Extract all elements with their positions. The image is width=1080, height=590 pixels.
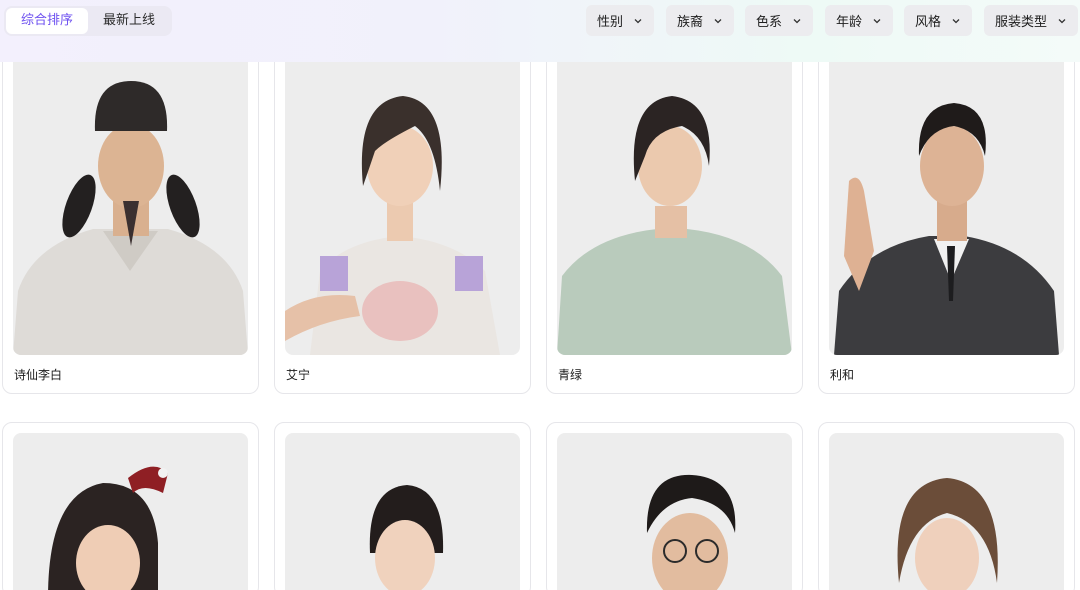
filter-ethnicity-dropdown[interactable]: 族裔: [666, 5, 735, 36]
filter-style-dropdown[interactable]: 风格: [904, 5, 973, 36]
chevron-down-icon: [1057, 16, 1067, 26]
chevron-down-icon: [951, 16, 961, 26]
avatar-image: [13, 41, 248, 355]
filter-label: 服装类型: [995, 15, 1048, 30]
avatar-name: 诗仙李白: [14, 368, 63, 382]
avatar-name: 青绿: [558, 368, 583, 382]
avatar-card[interactable]: 青绿: [546, 40, 803, 394]
filter-label: 风格: [915, 15, 942, 30]
avatar-image: [285, 41, 520, 355]
avatar-card[interactable]: 艾宁: [274, 40, 531, 394]
avatar-image: [829, 433, 1064, 590]
avatar-image: [829, 41, 1064, 355]
avatar-card[interactable]: [274, 422, 531, 590]
filter-label: 性别: [597, 15, 624, 30]
filter-color-dropdown[interactable]: 色系: [745, 5, 814, 36]
sort-tabs: 综合排序 最新上线: [4, 6, 173, 36]
chevron-down-icon: [792, 16, 802, 26]
filter-gender-dropdown[interactable]: 性别: [586, 5, 655, 36]
filter-clothing-type-dropdown[interactable]: 服装类型: [984, 5, 1079, 36]
tab-newest[interactable]: 最新上线: [88, 8, 170, 34]
tab-comprehensive-sort[interactable]: 综合排序: [6, 8, 89, 34]
avatar-image: [285, 433, 520, 590]
filter-age-dropdown[interactable]: 年龄: [825, 5, 894, 36]
avatar-image: [13, 433, 248, 590]
avatar-name: 利和: [830, 368, 855, 382]
chevron-down-icon: [633, 16, 643, 26]
filter-label: 族裔: [677, 15, 704, 30]
filter-label: 色系: [756, 15, 783, 30]
avatar-name: 艾宁: [286, 368, 311, 382]
avatar-card[interactable]: [2, 422, 259, 590]
avatar-card[interactable]: [818, 422, 1075, 590]
avatar-image: [557, 41, 792, 355]
filter-label: 年龄: [836, 15, 863, 30]
avatar-card[interactable]: 诗仙李白: [2, 40, 259, 394]
avatar-card[interactable]: [546, 422, 803, 590]
top-filter-bar: 综合排序 最新上线 性别 族裔 色系 年龄 风格 服装类型: [0, 0, 1080, 62]
avatar-card[interactable]: 利和: [818, 40, 1075, 394]
avatar-image: [557, 433, 792, 590]
chevron-down-icon: [713, 16, 723, 26]
chevron-down-icon: [872, 16, 882, 26]
